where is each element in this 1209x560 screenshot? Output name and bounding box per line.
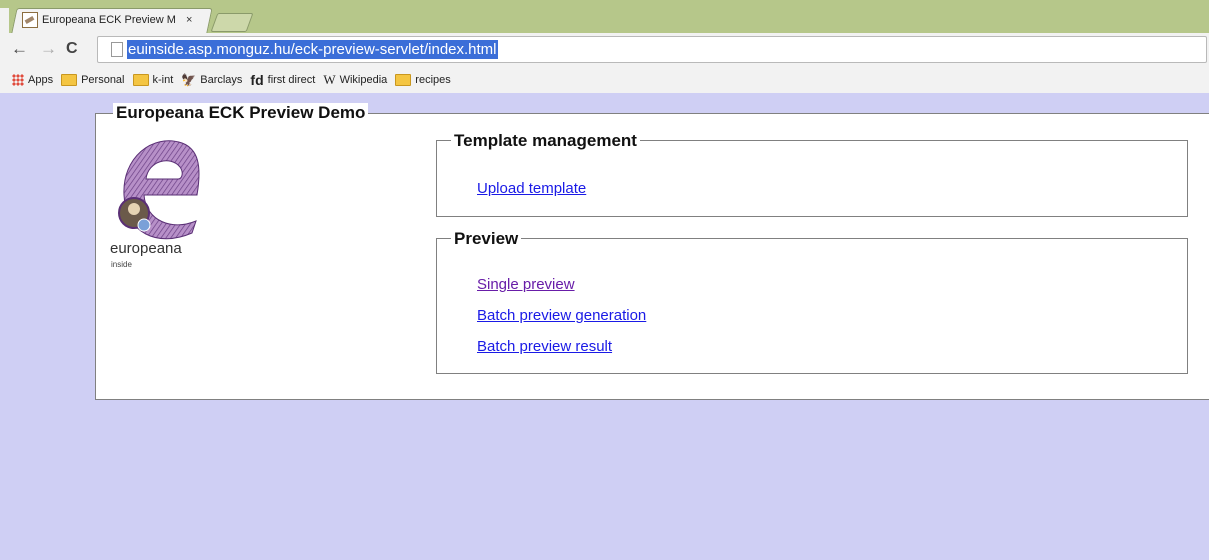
favicon-icon bbox=[22, 12, 38, 28]
url-text[interactable]: euinside.asp.monguz.hu/eck-preview-servl… bbox=[127, 40, 498, 59]
folder-icon bbox=[132, 73, 149, 86]
browser-tab-content[interactable]: Europeana ECK Preview M × bbox=[22, 8, 202, 32]
bookmark-apps[interactable]: Apps bbox=[12, 73, 54, 86]
logo-subtitle: inside bbox=[111, 260, 132, 269]
bookmark-label: k-int bbox=[152, 73, 174, 86]
template-management-fieldset bbox=[436, 140, 1188, 217]
bookmark-wikipedia[interactable]: W Wikipedia bbox=[323, 72, 387, 88]
bookmark-personal[interactable]: Personal bbox=[61, 73, 125, 86]
first-direct-icon: fd bbox=[250, 71, 264, 88]
bookmark-recipes[interactable]: recipes bbox=[395, 73, 451, 86]
back-arrow-icon[interactable]: ← bbox=[11, 38, 28, 60]
bookmark-label: first direct bbox=[267, 73, 316, 86]
bookmark-barclays[interactable]: 🦅 Barclays bbox=[181, 73, 242, 87]
wikipedia-icon: W bbox=[323, 71, 336, 87]
bookmark-label: Apps bbox=[28, 73, 54, 86]
europeana-logo bbox=[118, 140, 200, 240]
single-preview-link[interactable]: Single preview bbox=[477, 276, 575, 293]
browser-toolbar: ← → C euinside.asp.monguz.hu/eck-preview… bbox=[0, 33, 1209, 66]
batch-preview-result-link[interactable]: Batch preview result bbox=[477, 338, 612, 355]
bookmark-k-int[interactable]: k-int bbox=[132, 73, 174, 86]
preview-heading: Preview bbox=[451, 229, 522, 249]
bookmark-first-direct[interactable]: fd first direct bbox=[250, 72, 315, 88]
page-body: Europeana ECK Preview Demo europeana ins… bbox=[0, 93, 1209, 560]
upload-template-link[interactable]: Upload template bbox=[477, 180, 586, 197]
address-bar[interactable]: euinside.asp.monguz.hu/eck-preview-servl… bbox=[97, 36, 1207, 63]
close-tab-icon[interactable]: × bbox=[186, 14, 192, 26]
bookmark-label: Barclays bbox=[200, 73, 243, 86]
forward-arrow-icon[interactable]: → bbox=[40, 38, 57, 60]
reload-icon[interactable]: C bbox=[66, 38, 78, 60]
page-icon bbox=[111, 42, 123, 57]
folder-icon bbox=[395, 73, 412, 86]
page-title: Europeana ECK Preview Demo bbox=[113, 103, 369, 123]
tab-title: Europeana ECK Preview M bbox=[42, 14, 176, 26]
tab-strip: Europeana ECK Preview M × bbox=[0, 0, 1209, 33]
bookmark-label: Personal bbox=[81, 73, 125, 86]
barclays-icon: 🦅 bbox=[181, 72, 197, 87]
bookmark-label: recipes bbox=[415, 73, 451, 86]
folder-icon bbox=[61, 73, 78, 86]
template-management-heading: Template management bbox=[451, 131, 640, 151]
new-tab-button[interactable] bbox=[210, 13, 254, 32]
bookmark-label: Wikipedia bbox=[339, 73, 388, 86]
tab-strip-edge bbox=[0, 8, 9, 33]
apps-icon bbox=[12, 73, 24, 86]
bookmarks-bar: Apps Personal k-int 🦅 Barclays fd first … bbox=[0, 66, 1209, 94]
batch-preview-generation-link[interactable]: Batch preview generation bbox=[477, 307, 646, 324]
logo-wordmark: europeana bbox=[110, 240, 182, 257]
